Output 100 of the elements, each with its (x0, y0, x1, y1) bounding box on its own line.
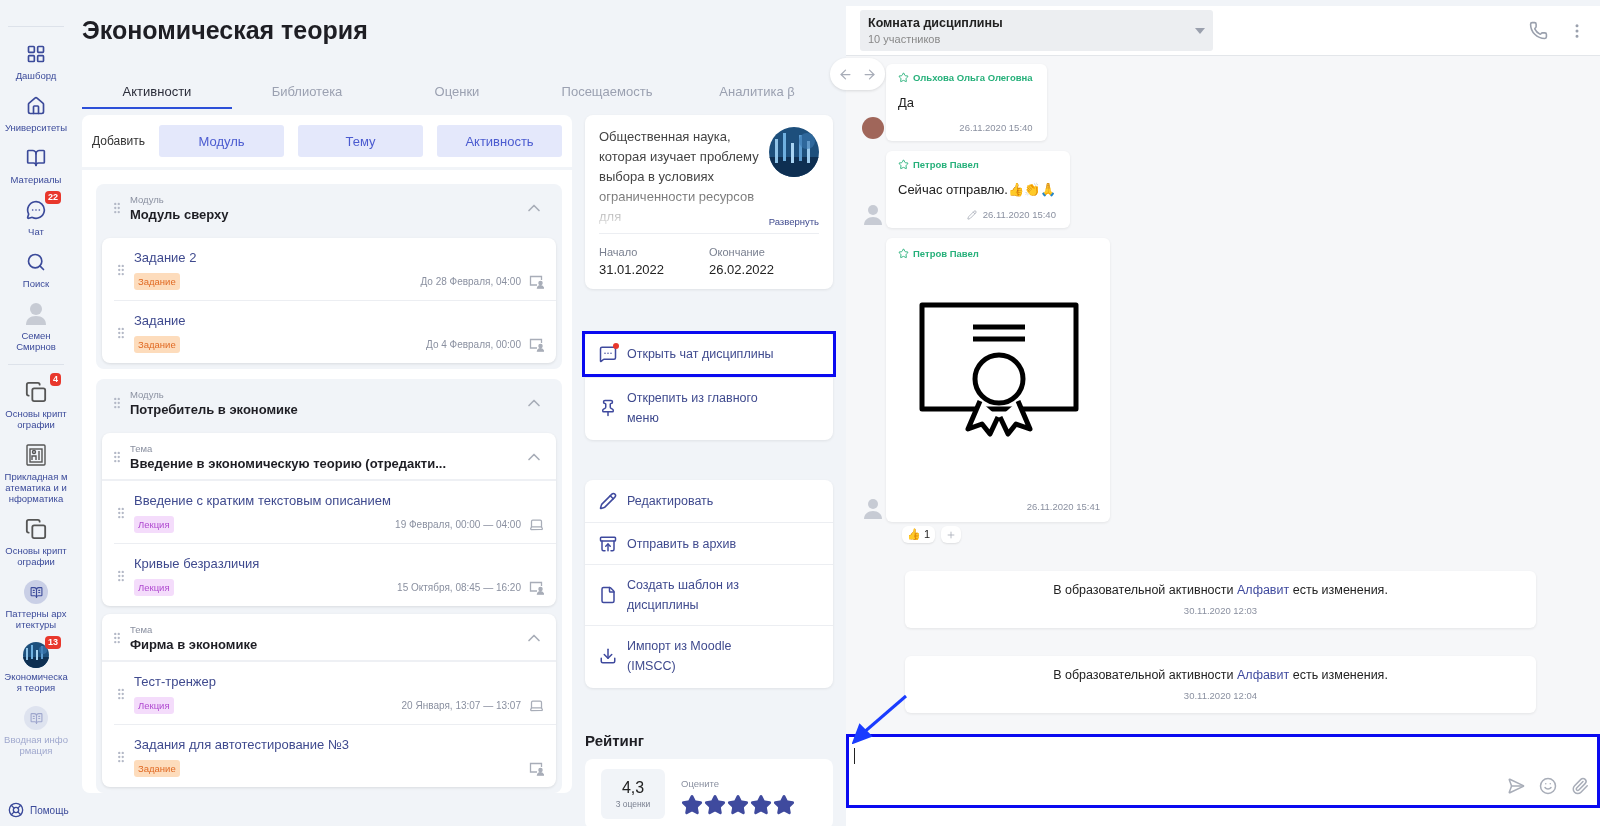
message-time: 26.11.2020 15:40 (959, 122, 1033, 133)
message-time: 30.11.2020 12:03 (1183, 605, 1258, 616)
activity-tag: Лекция (134, 579, 174, 596)
unread-badge: 13 (45, 636, 61, 649)
book-icon (24, 580, 48, 604)
activity-date: 20 Января, 13:07 — 13:07 (401, 700, 521, 711)
help-link[interactable]: Помощь (30, 804, 69, 816)
send-icon[interactable] (1507, 777, 1525, 795)
module-title: Потребитель в экономике (130, 402, 299, 417)
action-item[interactable]: Редактировать (585, 480, 833, 522)
sidebar-item[interactable]: Семен Смирнов (0, 295, 72, 358)
forward-icon[interactable] (861, 66, 877, 82)
message-text: Да (898, 95, 916, 110)
add-button[interactable]: Активность (437, 125, 562, 157)
search-icon (26, 252, 46, 272)
message-time: 30.11.2020 12:04 (1183, 690, 1258, 701)
room-members: 10 участников (868, 33, 942, 45)
download-icon (599, 647, 617, 665)
board-icon (25, 443, 47, 467)
add-button[interactable]: Модуль (159, 125, 285, 157)
book-icon (24, 706, 48, 730)
plus-icon (946, 529, 957, 540)
laptop-icon (529, 517, 544, 532)
description-text: Общественная наука, которая изучает проблему выбора в условиях ограниченности ресурсов для (599, 128, 760, 226)
sidebar-item[interactable]: 4 Основы криптографии (0, 373, 72, 436)
chat-icon (26, 200, 46, 220)
add-reaction-button[interactable] (941, 526, 962, 543)
unread-badge: 4 (50, 373, 61, 386)
laptop-icon (529, 698, 544, 713)
message-time: 26.11.2020 15:40 (982, 209, 1056, 220)
attach-icon[interactable] (1571, 777, 1589, 795)
action-item[interactable]: Импорт из Moodle (IMSCC) (585, 625, 833, 686)
action-item[interactable]: Отправить в архив (585, 522, 833, 564)
activity-link[interactable]: Алфавит (1237, 583, 1290, 597)
activity-title[interactable]: Задание (134, 313, 544, 328)
add-button[interactable]: Тему (298, 125, 423, 157)
archive-icon (599, 534, 617, 553)
lifebuoy-icon (8, 802, 24, 818)
star-icon (898, 72, 909, 83)
user-avatar-icon (25, 302, 47, 326)
back-icon[interactable] (838, 66, 854, 82)
system-message-text: В образовательной активности Алфавит есть изменения. (1053, 668, 1388, 682)
screen-person-icon (529, 337, 544, 352)
star-icon[interactable] (773, 793, 795, 816)
screen-person-icon (529, 274, 544, 289)
stack-icon (25, 518, 47, 540)
topic-title: Введение в экономическую теорию (отредакти... (130, 456, 448, 471)
activity-title[interactable]: Тест-тренжер (134, 674, 544, 689)
rating-heading: Рейтинг (585, 732, 646, 749)
group-kind-label: Тема (130, 624, 154, 635)
sidebar-item[interactable]: Поиск (0, 243, 72, 295)
add-label: Добавить (92, 134, 146, 148)
activity-tag: Задание (134, 336, 180, 353)
sidebar-item[interactable]: Паттерны архитектуры (0, 573, 72, 636)
sidebar-item[interactable]: Основы криптографии (0, 510, 72, 573)
activity-title[interactable]: Кривые безразличия (134, 556, 544, 571)
sidebar-item[interactable]: Университеты (0, 87, 72, 139)
start-label: Начало (599, 246, 639, 258)
phone-icon[interactable] (1529, 21, 1548, 40)
expand-link[interactable]: Развернуть (768, 216, 819, 227)
reaction-chip[interactable]: 👍 1 (902, 526, 936, 543)
room-title: Комната дисциплины (868, 16, 1004, 30)
star-icon (898, 159, 909, 170)
activity-date: До 28 Февраля, 04:00 (420, 276, 521, 287)
message-input[interactable] (846, 734, 1600, 808)
activity-link[interactable]: Алфавит (1237, 668, 1290, 682)
activity-tag: Задание (134, 760, 180, 777)
activity-date: 19 Февраля, 00:00 — 04:00 (395, 519, 521, 530)
book-icon (26, 148, 46, 168)
activity-tag: Лекция (134, 697, 174, 714)
sidebar-item[interactable]: 13 Экономическая теория (0, 636, 72, 699)
grid-icon (26, 44, 46, 64)
sidebar-item[interactable]: Дашборд (0, 35, 72, 87)
action-item[interactable]: Открыть чат дисциплины (582, 331, 836, 377)
action-item[interactable]: Создать шаблон из дисциплины (585, 564, 833, 625)
room-selector[interactable]: Комната дисциплины 10 участников (860, 10, 1213, 51)
activity-tag: Лекция (134, 516, 174, 533)
sidebar-item[interactable]: 22 Чат (0, 191, 72, 243)
file-icon (599, 586, 617, 604)
pencil-icon (599, 492, 617, 510)
screen-person-icon (529, 580, 544, 595)
topic-title: Фирма в экономике (130, 637, 259, 652)
star-icon[interactable] (681, 793, 703, 816)
activity-title[interactable]: Введение с кратким текстовым описанием (134, 493, 544, 508)
tab[interactable]: Активности (82, 78, 232, 109)
activity-title[interactable]: Задание 2 (134, 250, 544, 265)
author-name: Петров Павел (913, 248, 979, 259)
unread-badge: 22 (45, 191, 61, 204)
house-icon (26, 96, 46, 116)
rating-score: 4,3 (621, 779, 645, 797)
star-icon[interactable] (727, 793, 749, 816)
sidebar-item[interactable]: Материалы (0, 139, 72, 191)
caret-icon (1195, 27, 1205, 34)
activity-title[interactable]: Задания для автотестирование №3 (134, 737, 544, 752)
action-item[interactable]: Открепить из главного меню (585, 377, 833, 438)
star-icon[interactable] (704, 793, 726, 816)
emoji-icon[interactable] (1539, 777, 1557, 795)
sidebar-item[interactable]: Прикладная математика и информатика (0, 436, 72, 510)
activity-date: До 4 Февраля, 00:00 (426, 339, 521, 350)
star-icon[interactable] (750, 793, 772, 816)
